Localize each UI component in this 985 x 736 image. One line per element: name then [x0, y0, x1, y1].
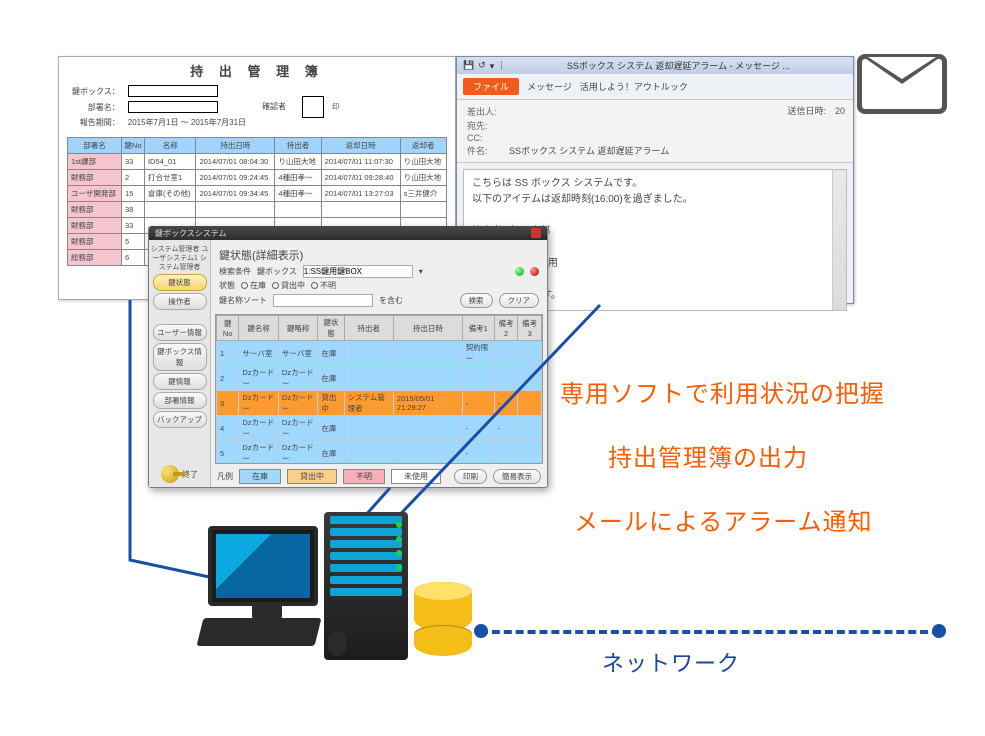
key-status-app: 鍵ボックスシステム システム管理者 ユーザシステム1 システム管理者 鍵状態 操… — [148, 226, 548, 488]
sidebar-btn-dept[interactable]: 部署情報 — [153, 392, 207, 409]
report-title: 持 出 管 理 簿 — [67, 61, 447, 80]
sidebar-btn-keybox[interactable]: 鍵ボックス情報 — [153, 343, 207, 371]
sidebar-btn-key[interactable]: 鍵情報 — [153, 373, 207, 390]
scrollbar[interactable] — [832, 170, 846, 310]
key-grid[interactable]: 鍵No鍵名称鍵略称鍵状態持出者持出日時備考1備考2備考3 1サーバ室サーバ室在庫… — [216, 315, 542, 464]
mail-titlebar: 💾 ↺ ▾ ｜ SSボックス システム 返却遅延アラーム - メッセージ ... — [457, 57, 853, 74]
view-title: 鍵状態(詳細表示) — [219, 247, 539, 263]
network-label: ネットワーク — [602, 646, 740, 678]
app-titlebar: 鍵ボックスシステム — [149, 226, 547, 240]
report-row: 1st課部33ID54_012014/07/01 08:04:30り山田大地20… — [68, 154, 447, 170]
sidebar-btn-keystatus[interactable]: 鍵状態 — [153, 274, 207, 291]
report-row: 財務部2打合せ室12014/07/01 09:24:454種田孝一2014/07… — [68, 170, 447, 186]
report-header: 鍵ボックス： 確認者 印 部署名： 報告期間：2015年7月1日 ～ 2015年… — [67, 82, 344, 131]
mouse-icon — [328, 632, 346, 656]
undo-icon[interactable]: ↺ — [478, 60, 486, 71]
monitor-icon — [208, 526, 318, 606]
tab-file[interactable]: ファイル — [463, 78, 519, 95]
sidebar-btn-user[interactable]: ユーザー情報 — [153, 324, 207, 341]
report-row: ユーザ開発部15倉庫(その他)2014/07/01 09:34:454種田孝一2… — [68, 186, 447, 202]
grid-row[interactable]: 5DzカードーDzカードー在庫- — [217, 441, 542, 465]
hardware-cluster — [208, 510, 488, 700]
sort-input[interactable] — [273, 294, 373, 307]
keybox-select[interactable] — [303, 265, 413, 278]
simple-button[interactable]: 簡易表示 — [493, 469, 541, 484]
sidebar-btn-operator[interactable]: 操作者 — [153, 293, 207, 310]
clear-button[interactable]: クリア — [499, 293, 540, 308]
key-icon — [161, 465, 179, 483]
search-button[interactable]: 検索 — [460, 293, 493, 308]
feature-report: 持出管理簿の出力 — [608, 438, 808, 473]
keyboard-icon — [197, 618, 322, 646]
sidebar-btn-backup[interactable]: バックアップ — [153, 411, 207, 428]
close-icon[interactable] — [531, 228, 541, 238]
feature-alarm: メールによるアラーム通知 — [574, 502, 873, 537]
print-button[interactable]: 印刷 — [454, 469, 487, 484]
database-icon — [414, 582, 472, 652]
grid-row[interactable]: 3DzカードーDzカードー貸出中システム管理者2015/05/01 21:29:… — [217, 391, 542, 416]
mail-icon — [857, 48, 955, 118]
save-icon[interactable]: 💾 — [463, 60, 474, 71]
network-line — [480, 627, 940, 635]
feature-usage: 専用ソフトで利用状況の把握 — [560, 374, 885, 409]
tab-use[interactable]: 活用しよう！アウトルック — [580, 80, 688, 93]
tab-message[interactable]: メッセージ — [527, 80, 572, 93]
status-led-red — [530, 267, 539, 276]
app-sidebar: システム管理者 ユーザシステム1 システム管理者 鍵状態 操作者 ユーザー情報 … — [149, 227, 211, 487]
grid-row[interactable]: 4DzカードーDzカードー在庫-- — [217, 416, 542, 441]
grid-row[interactable]: 2DzカードーDzカードー在庫 — [217, 366, 542, 391]
mail-header-fields: 送信日時: 20 差出人: 宛先: CC: 件名:SSボックス システム 返却遅… — [457, 99, 853, 163]
report-row: 財務部38 — [68, 202, 447, 218]
status-led-green — [515, 267, 524, 276]
grid-row[interactable]: 1サーバ室サーバ室在庫契約限ー — [217, 341, 542, 366]
